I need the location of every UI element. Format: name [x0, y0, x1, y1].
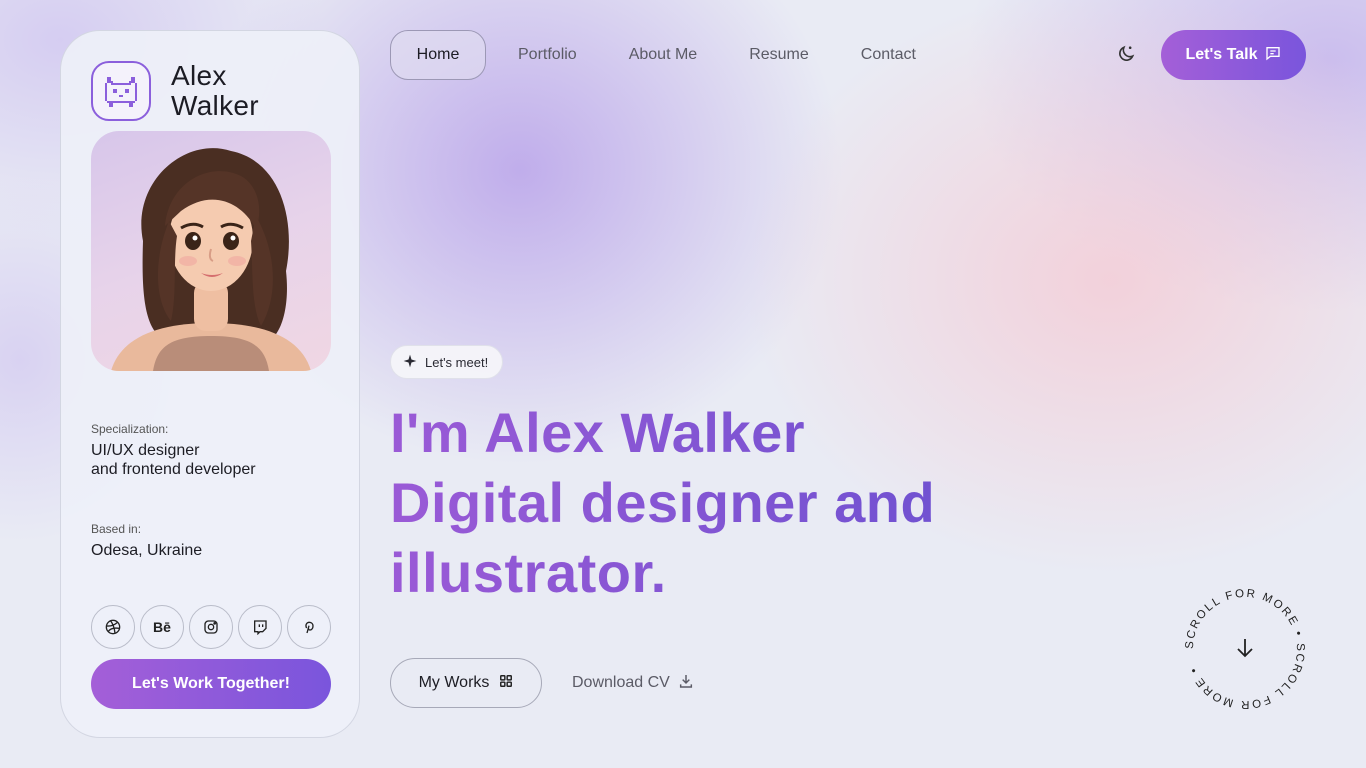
specialization-label: Specialization: — [91, 422, 169, 436]
my-works-button[interactable]: My Works — [390, 658, 542, 708]
lets-talk-button[interactable]: Let's Talk — [1161, 30, 1306, 80]
based-label: Based in: — [91, 522, 142, 536]
moon-icon[interactable] — [1116, 44, 1136, 64]
chat-icon — [1265, 45, 1281, 66]
specialization-value: UI/UX designer and frontend developer — [91, 441, 331, 479]
sparkle-icon — [403, 354, 417, 371]
specialization-line-1: UI/UX designer — [91, 442, 200, 459]
download-icon — [678, 673, 694, 694]
download-cv-link[interactable]: Download CV — [572, 658, 694, 708]
main-nav: Home Portfolio About Me Resume Contact — [390, 30, 968, 80]
headline-line-3: illustrator. — [390, 538, 1190, 608]
social-links: Bē — [91, 605, 331, 649]
behance-icon[interactable]: Bē — [140, 605, 184, 649]
twitch-icon[interactable] — [238, 605, 282, 649]
chip-label: Let's meet! — [425, 354, 489, 370]
nav-home[interactable]: Home — [390, 30, 486, 80]
lets-meet-chip: Let's meet! — [390, 345, 504, 379]
hero-headline: I'm Alex Walker Digital designer and ill… — [390, 398, 1190, 608]
nav-portfolio[interactable]: Portfolio — [518, 46, 577, 64]
work-together-button[interactable]: Let's Work Together! — [91, 659, 331, 709]
my-works-label: My Works — [418, 674, 490, 691]
dribbble-icon[interactable] — [91, 605, 135, 649]
headline-line-1: I'm Alex Walker — [390, 398, 1190, 468]
profile-name: Alex Walker — [171, 61, 259, 121]
scroll-for-more-badge[interactable]: SCROLL FOR MORE • SCROLL FOR MORE • — [1180, 584, 1310, 714]
nav-contact[interactable]: Contact — [861, 46, 916, 64]
nav-about-me[interactable]: About Me — [629, 46, 697, 64]
specialization-line-2: and frontend developer — [91, 461, 256, 478]
profile-card: Alex Walker Specialization: UI/UX design… — [60, 30, 360, 738]
arrow-down-icon — [1237, 639, 1253, 658]
profile-photo — [91, 131, 331, 371]
instagram-icon[interactable] — [189, 605, 233, 649]
nav-resume[interactable]: Resume — [749, 46, 809, 64]
pinterest-icon[interactable] — [287, 605, 331, 649]
based-value: Odesa, Ukraine — [91, 542, 203, 559]
headline-line-2: Digital designer and — [390, 468, 1190, 538]
grid-icon — [499, 674, 513, 693]
brand: Alex Walker — [91, 61, 259, 121]
behance-text: Bē — [153, 619, 171, 635]
profile-first-name: Alex — [171, 60, 227, 91]
lets-talk-label: Let's Talk — [1185, 46, 1258, 63]
download-cv-label: Download CV — [572, 674, 670, 691]
profile-last-name: Walker — [171, 90, 259, 121]
cat-logo-icon — [91, 61, 151, 121]
